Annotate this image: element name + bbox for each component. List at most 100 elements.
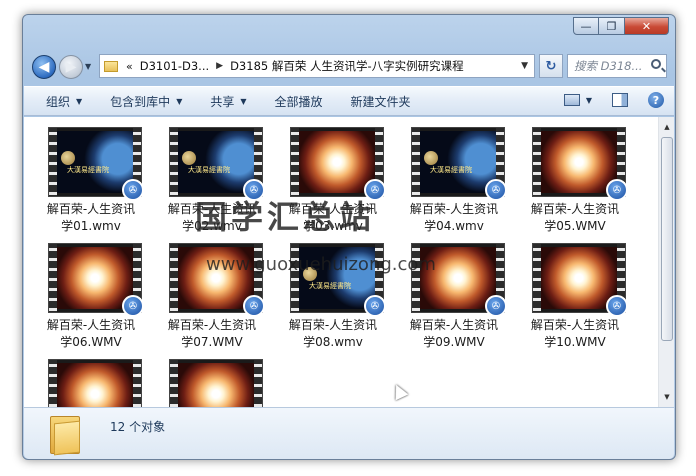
- organize-menu[interactable]: 组织 ▼: [46, 93, 82, 110]
- search-placeholder: 搜索 D318...: [574, 59, 643, 73]
- play-all-button[interactable]: 全部播放: [275, 93, 323, 110]
- file-name-line2: 学08.wmv: [303, 335, 363, 349]
- breadcrumb-current[interactable]: D3185 解百荣 人生资讯学-八字实例研究课程: [230, 58, 464, 74]
- film-strip: [170, 360, 178, 407]
- file-item[interactable]: [153, 359, 271, 407]
- folder-icon: [104, 60, 118, 72]
- file-name-line1: 解百荣-人生资讯: [409, 202, 499, 216]
- media-player-icon: ✇: [485, 179, 507, 201]
- file-name-line2: 学09.WMV: [423, 335, 485, 349]
- scrollbar-thumb[interactable]: [661, 137, 673, 341]
- file-item[interactable]: 大漢易經書院 ✇ 解百荣-人生资讯 学04.wmv: [395, 127, 513, 239]
- media-player-icon: ✇: [364, 295, 386, 317]
- file-item[interactable]: ✇ 解百荣-人生资讯 学05.WMV: [516, 127, 634, 239]
- file-name: 解百荣-人生资讯 学09.WMV: [395, 317, 513, 351]
- chevron-down-icon: ▼: [76, 96, 83, 106]
- film-strip: [254, 360, 262, 407]
- film-strip: [533, 128, 541, 196]
- media-player-icon: ✇: [485, 295, 507, 317]
- breadcrumb-separator-icon[interactable]: ▶: [216, 61, 223, 71]
- back-arrow-icon[interactable]: ◀: [32, 55, 56, 79]
- minimize-button[interactable]: —: [573, 17, 599, 35]
- new-folder-button[interactable]: 新建文件夹: [351, 93, 411, 110]
- close-button[interactable]: ✕: [625, 17, 669, 35]
- space-frame: 大漢易經書院: [420, 131, 496, 193]
- file-name-line1: 解百荣-人生资讯: [530, 202, 620, 216]
- file-name-line1: 解百荣-人生资讯: [167, 318, 257, 332]
- file-name-line2: 学05.WMV: [544, 219, 606, 233]
- file-item[interactable]: ✇ 解百荣-人生资讯 学06.WMV: [32, 243, 150, 355]
- command-bar: 组织 ▼ 包含到库中 ▼ 共享 ▼ 全部播放 新建文件夹 ▼ ?: [24, 86, 674, 116]
- watermark-url: www.guoxuehuizong.com: [206, 254, 436, 275]
- caption-buttons: — ❐ ✕: [573, 17, 669, 35]
- flare-frame: [299, 131, 375, 193]
- scroll-up-icon[interactable]: ▲: [659, 119, 674, 135]
- watermark-text: 国学汇总站: [195, 198, 376, 236]
- flare-frame: [541, 131, 617, 193]
- thumbnail-caption: 大漢易經書院: [67, 166, 109, 174]
- flare-frame: [57, 363, 133, 407]
- film-strip: [49, 128, 57, 196]
- chevron-down-icon: ▼: [176, 96, 183, 106]
- file-name-line1: 解百荣-人生资讯: [409, 318, 499, 332]
- file-name: 解百荣-人生资讯 学10.WMV: [516, 317, 634, 351]
- share-label: 共享: [210, 94, 235, 109]
- maximize-button[interactable]: ❐: [599, 17, 625, 35]
- details-pane: 12 个对象: [24, 407, 674, 459]
- item-count: 12 个对象: [110, 420, 166, 434]
- flare-frame: [178, 363, 254, 407]
- file-name: 解百荣-人生资讯 学06.WMV: [32, 317, 150, 351]
- scroll-down-icon[interactable]: ▼: [659, 389, 674, 405]
- history-dropdown-icon[interactable]: ▼: [85, 62, 91, 71]
- change-view-icon[interactable]: [563, 94, 580, 106]
- thumbnail-caption: 大漢易經書院: [188, 166, 230, 174]
- chevron-down-icon: ▼: [240, 96, 247, 106]
- file-name-line2: 学06.WMV: [60, 335, 122, 349]
- file-name: 解百荣-人生资讯 学05.WMV: [516, 201, 634, 235]
- file-name-line2: 学01.wmv: [61, 219, 121, 233]
- search-icon: [651, 59, 661, 69]
- file-name: 解百荣-人生资讯 学07.WMV: [153, 317, 271, 351]
- folder-icon: [50, 416, 80, 456]
- vertical-scrollbar[interactable]: ▲ ▼: [658, 117, 674, 407]
- flare-frame: [541, 247, 617, 309]
- overflow-chevron[interactable]: «: [126, 60, 133, 73]
- media-player-icon: ✇: [122, 179, 144, 201]
- refresh-icon[interactable]: ↻: [539, 54, 563, 78]
- breadcrumb-parent[interactable]: D3101-D3...: [140, 59, 209, 73]
- file-name-line1: 解百荣-人生资讯: [288, 318, 378, 332]
- film-strip: [170, 244, 178, 312]
- file-item[interactable]: ✇ 解百荣-人生资讯 学10.WMV: [516, 243, 634, 355]
- organize-label: 组织: [46, 94, 71, 109]
- file-name-line1: 解百荣-人生资讯: [46, 318, 136, 332]
- share-menu[interactable]: 共享 ▼: [210, 93, 246, 110]
- forward-arrow-icon[interactable]: ▶: [59, 55, 83, 79]
- media-player-icon: ✇: [122, 295, 144, 317]
- film-strip: [533, 244, 541, 312]
- thumbnail-caption: 大漢易經書院: [309, 282, 351, 290]
- video-thumbnail: [169, 359, 263, 407]
- space-frame: 大漢易經書院: [178, 131, 254, 193]
- file-item[interactable]: 大漢易經書院 ✇ 解百荣-人生资讯 学01.wmv: [32, 127, 150, 239]
- include-in-library-menu[interactable]: 包含到库中 ▼: [110, 93, 182, 110]
- preview-pane-icon[interactable]: [612, 93, 628, 107]
- thumbnail-caption: 大漢易經書院: [430, 166, 472, 174]
- address-dropdown-icon[interactable]: ▼: [521, 61, 528, 71]
- file-name-line2: 学10.WMV: [544, 335, 606, 349]
- include-in-library-label: 包含到库中: [110, 94, 171, 109]
- film-strip: [170, 128, 178, 196]
- film-strip: [49, 244, 57, 312]
- media-player-icon: ✇: [243, 295, 265, 317]
- video-thumbnail: [48, 359, 142, 407]
- file-item[interactable]: [32, 359, 150, 407]
- view-options-chevron-icon[interactable]: ▼: [586, 96, 592, 105]
- search-input[interactable]: 搜索 D318...: [567, 54, 667, 78]
- toolbar-right: ▼ ?: [563, 92, 664, 108]
- file-name-line2: 学04.wmv: [424, 219, 484, 233]
- navigation-bar: ◀ ▶ ▼ « D3101-D3... ▶ D3185 解百荣 人生资讯学-八字…: [29, 51, 669, 81]
- file-name: 解百荣-人生资讯 学01.wmv: [32, 201, 150, 235]
- help-icon[interactable]: ?: [648, 92, 664, 108]
- film-strip: [133, 360, 141, 407]
- media-player-icon: ✇: [606, 179, 628, 201]
- address-bar[interactable]: « D3101-D3... ▶ D3185 解百荣 人生资讯学-八字实例研究课程…: [99, 54, 535, 78]
